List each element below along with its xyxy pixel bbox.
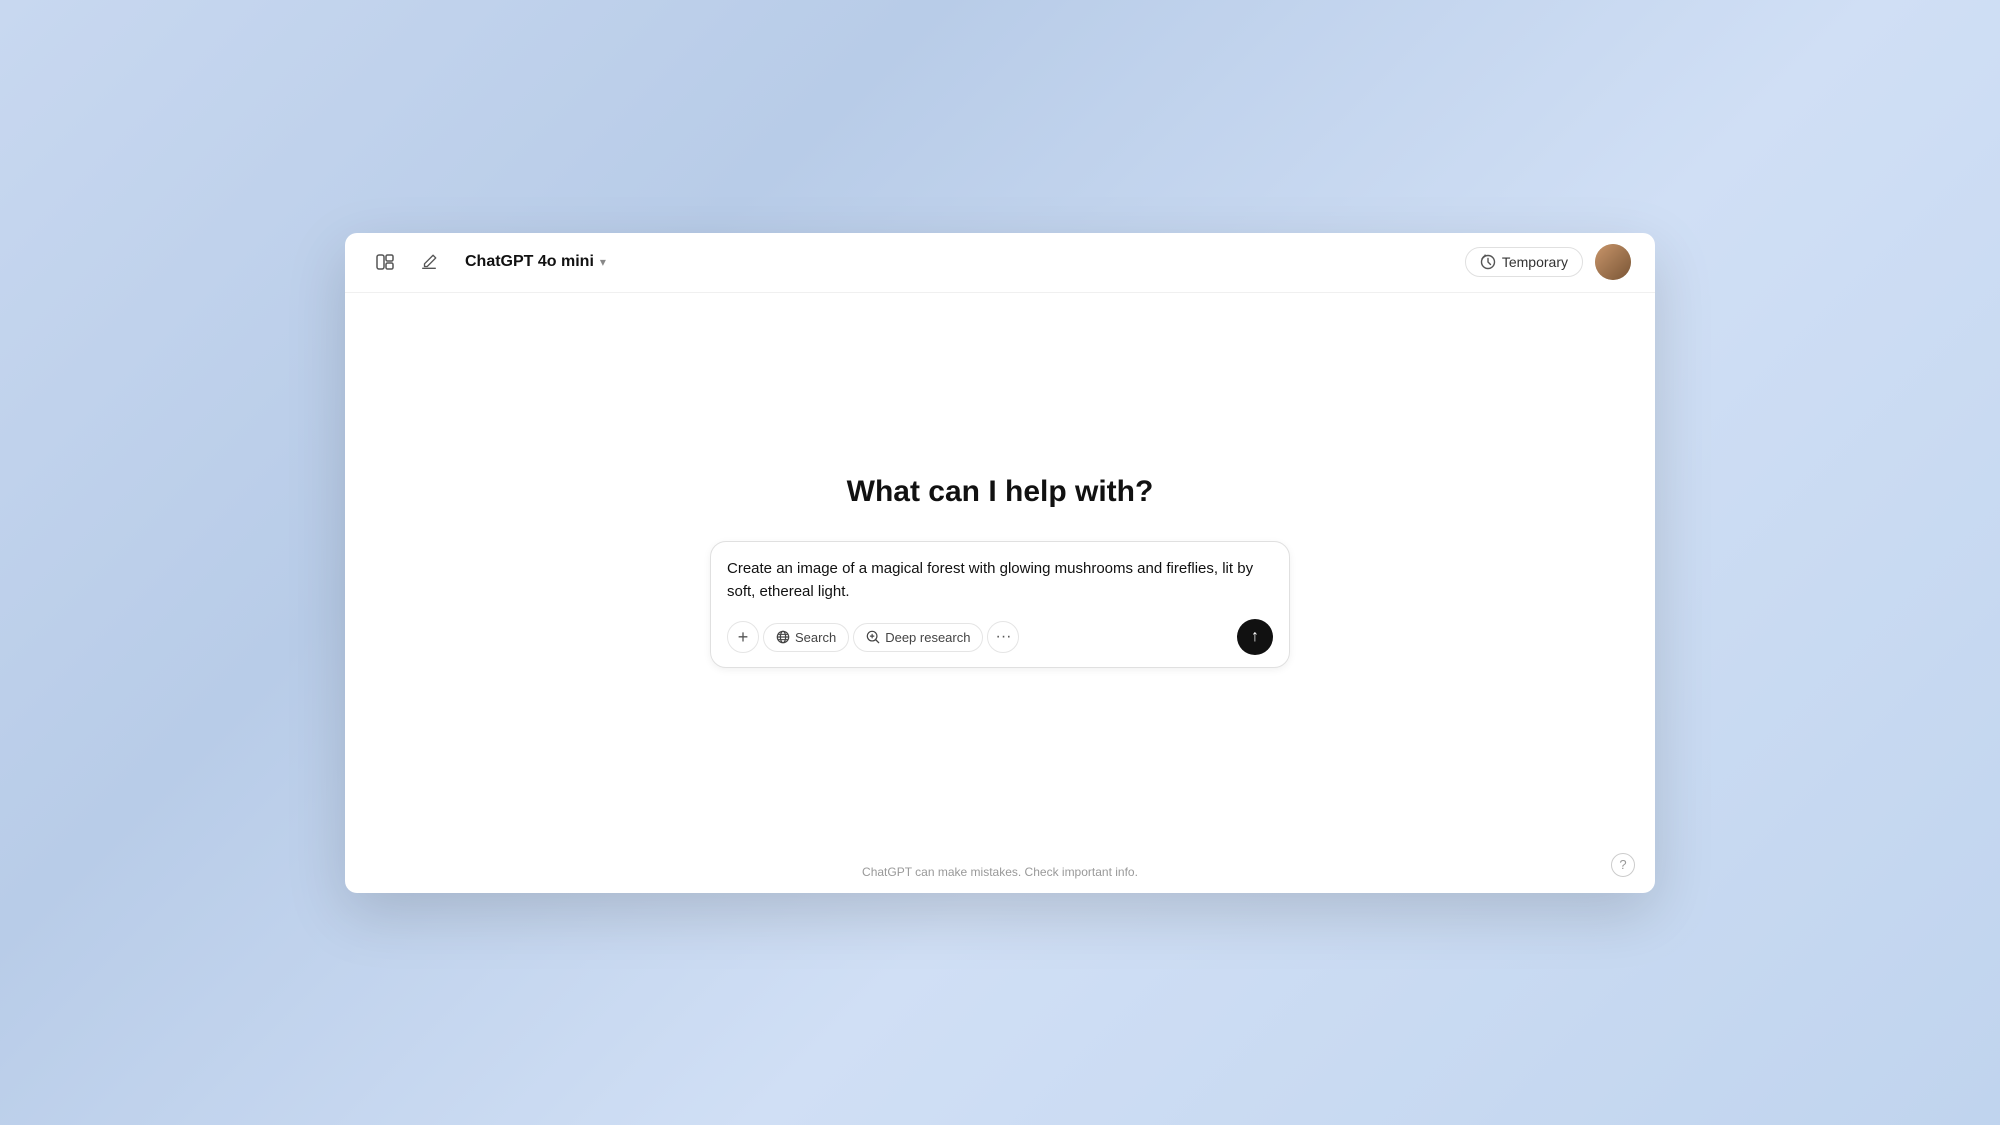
submit-arrow-icon: ↑: [1251, 628, 1259, 646]
deep-research-label: Deep research: [885, 630, 970, 645]
model-selector[interactable]: ChatGPT 4o mini ▾: [457, 249, 614, 275]
help-button[interactable]: ?: [1611, 853, 1635, 877]
top-bar-left: ChatGPT 4o mini ▾: [369, 246, 614, 278]
submit-button[interactable]: ↑: [1237, 619, 1273, 655]
search-globe-icon: [776, 630, 790, 644]
question-mark-icon: ?: [1619, 857, 1626, 872]
search-label: Search: [795, 630, 836, 645]
deep-research-button[interactable]: Deep research: [853, 623, 983, 652]
plus-icon: +: [738, 627, 749, 648]
temporary-button[interactable]: Temporary: [1465, 247, 1583, 277]
sidebar-toggle-button[interactable]: [369, 246, 401, 278]
main-content: What can I help with? Create an image of…: [345, 293, 1655, 851]
sidebar-icon: [375, 252, 395, 272]
footer: ChatGPT can make mistakes. Check importa…: [345, 851, 1655, 893]
page-title: What can I help with?: [847, 475, 1154, 509]
temporary-label: Temporary: [1502, 254, 1568, 270]
edit-icon: [420, 253, 438, 271]
chat-input-container: Create an image of a magical forest with…: [710, 541, 1290, 668]
temporary-icon: [1480, 254, 1496, 270]
top-bar: ChatGPT 4o mini ▾ Temporary: [345, 233, 1655, 293]
browser-window: ChatGPT 4o mini ▾ Temporary W: [345, 233, 1655, 893]
ellipsis-icon: ···: [995, 628, 1011, 646]
new-chat-button[interactable]: [413, 246, 445, 278]
model-name: ChatGPT 4o mini: [465, 253, 594, 271]
user-avatar[interactable]: [1595, 244, 1631, 280]
top-bar-right: Temporary: [1465, 244, 1631, 280]
footer-text: ChatGPT can make mistakes. Check importa…: [862, 865, 1138, 879]
more-options-button[interactable]: ···: [987, 621, 1019, 653]
search-button[interactable]: Search: [763, 623, 849, 652]
avatar-image: [1595, 244, 1631, 280]
input-toolbar: + Search: [727, 619, 1273, 655]
toolbar-left: + Search: [727, 621, 1019, 653]
attach-button[interactable]: +: [727, 621, 759, 653]
deep-research-icon: [866, 630, 880, 644]
chevron-down-icon: ▾: [600, 255, 606, 269]
chat-input[interactable]: Create an image of a magical forest with…: [727, 558, 1273, 606]
